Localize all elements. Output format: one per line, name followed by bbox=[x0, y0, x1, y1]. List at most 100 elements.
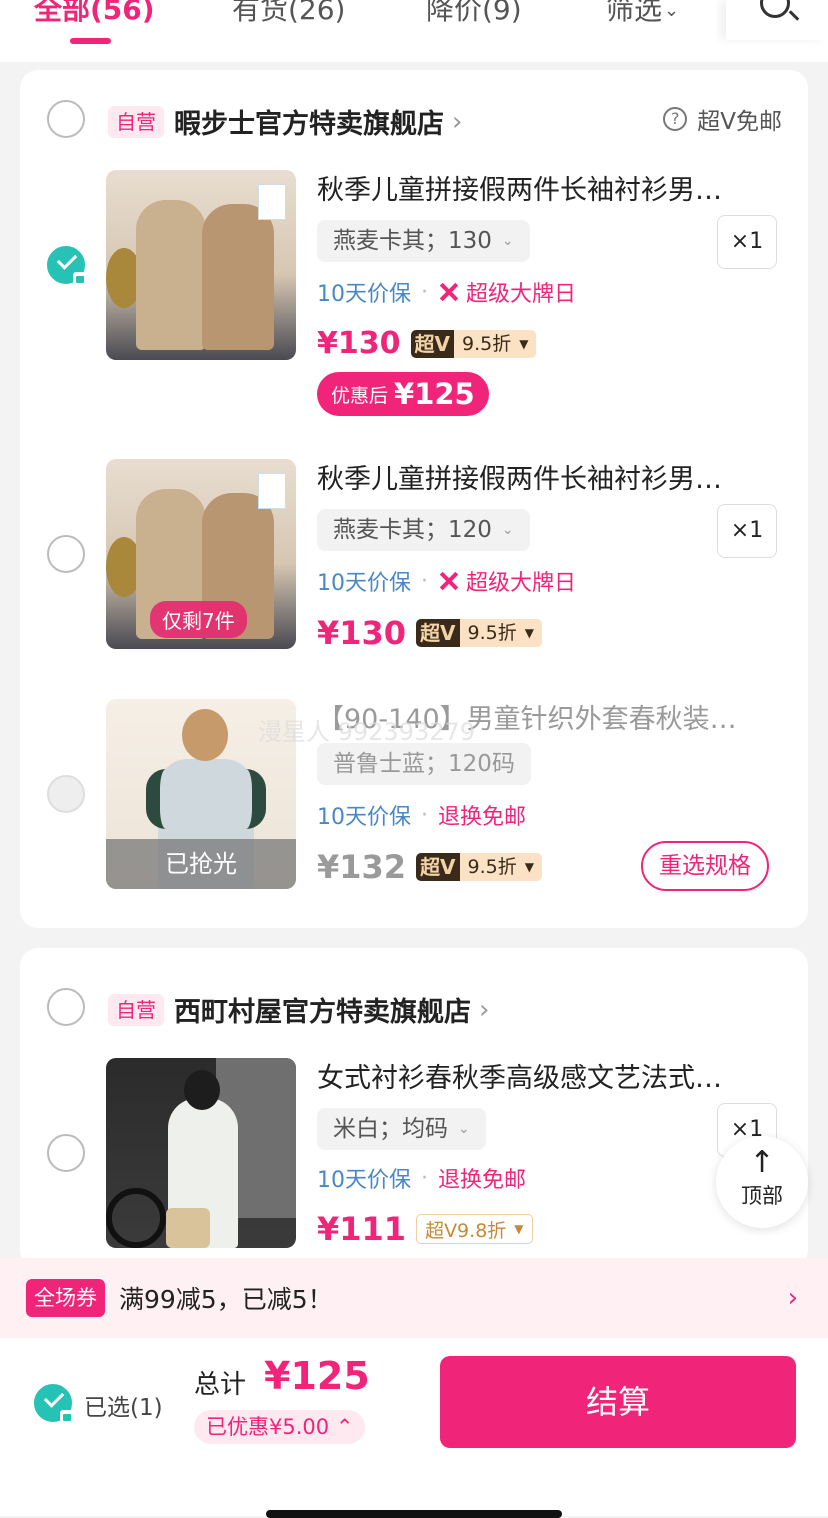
separator-dot: · bbox=[421, 568, 428, 594]
saved-amount-toggle[interactable]: 已优惠¥5.00 ⌃ bbox=[194, 1410, 366, 1444]
after-discount-label: 优惠后 bbox=[331, 384, 389, 407]
lock-icon bbox=[73, 272, 87, 285]
tab-price-drop[interactable]: 降价(9) bbox=[426, 0, 522, 30]
product-title[interactable]: 女式衬衫春秋季高级感文艺法式… bbox=[317, 1056, 777, 1095]
image-head bbox=[184, 1070, 220, 1110]
saved-amount-label: 已优惠¥5.00 bbox=[206, 1415, 330, 1439]
after-discount-price: ¥125 bbox=[394, 377, 475, 411]
chevron-right-icon: › bbox=[452, 106, 463, 137]
image-bike bbox=[106, 1188, 166, 1248]
back-to-top-button[interactable]: ↑ 顶部 bbox=[716, 1136, 808, 1228]
search-button[interactable] bbox=[726, 0, 828, 40]
item-checkbox[interactable] bbox=[47, 1134, 85, 1172]
price-row: ¥130 超V 9.5折 ▼ bbox=[317, 326, 537, 361]
quantity-stepper[interactable]: ×1 bbox=[717, 215, 777, 269]
coupon-bar[interactable]: 全场券 满99减5，已减5！ › bbox=[0, 1258, 828, 1338]
store-select-checkbox[interactable] bbox=[47, 100, 85, 138]
product-image[interactable] bbox=[106, 1058, 296, 1248]
caret-down-icon: ▼ bbox=[524, 626, 534, 640]
item-checkbox-checked[interactable] bbox=[47, 246, 87, 285]
sku-selector[interactable]: 米白；均码 ⌄ bbox=[317, 1108, 486, 1150]
image-bag bbox=[166, 1208, 210, 1248]
sold-out-overlay: 已抢光 bbox=[106, 839, 296, 889]
low-stock-badge: 仅剩7件 bbox=[150, 601, 247, 638]
price: ¥130 bbox=[317, 326, 401, 361]
caret-down-icon: ▼ bbox=[524, 860, 534, 874]
product-image[interactable] bbox=[106, 170, 296, 360]
item-checkbox[interactable] bbox=[47, 535, 85, 573]
item-checkbox-disabled bbox=[47, 775, 85, 813]
self-operated-badge: 自营 bbox=[108, 105, 164, 138]
product-title[interactable]: 秋季儿童拼接假两件长袖衬衫男… bbox=[317, 457, 777, 496]
product-image[interactable]: 仅剩7件 bbox=[106, 459, 296, 649]
store-select-checkbox[interactable] bbox=[47, 988, 85, 1026]
image-tag bbox=[258, 184, 286, 220]
tab-filter-label: 筛选 bbox=[606, 0, 663, 26]
search-icon-handle bbox=[788, 10, 800, 21]
back-to-top-label: 顶部 bbox=[741, 1184, 783, 1208]
store-header[interactable]: 自营 西町村屋官方特卖旗舰店 › bbox=[108, 990, 489, 1029]
store-header[interactable]: 自营 暇步士官方特卖旗舰店 › bbox=[108, 102, 462, 141]
price-guarantee-tag: 10天价保 bbox=[317, 571, 411, 596]
check-icon bbox=[43, 1387, 65, 1408]
selected-count: 已选(1) bbox=[84, 1395, 163, 1421]
free-shipping-label: 超V免邮 bbox=[697, 109, 782, 135]
image-tag bbox=[258, 473, 286, 509]
superv-discount-badge[interactable]: 超V 9.5折 ▼ bbox=[416, 619, 542, 647]
image-figure bbox=[136, 200, 206, 350]
reselect-spec-button[interactable]: 重选规格 bbox=[641, 841, 769, 891]
caret-down-icon: ▼ bbox=[519, 336, 529, 351]
home-indicator bbox=[266, 1510, 562, 1518]
self-operated-badge: 自营 bbox=[108, 993, 164, 1026]
discount-dropdown: 9.5折 ▼ bbox=[459, 853, 542, 881]
price-guarantee-tag: 10天价保 bbox=[317, 1168, 411, 1193]
sku-label-disabled: 普鲁士蓝；120码 bbox=[317, 743, 531, 785]
tab-all[interactable]: 全部(56) bbox=[34, 0, 155, 30]
lock-icon bbox=[60, 1410, 74, 1423]
price-row: ¥130 超V 9.5折 ▼ bbox=[317, 614, 542, 652]
discount-label: 9.5折 bbox=[467, 622, 517, 644]
chevron-down-icon: ⌄ bbox=[501, 233, 514, 249]
chevron-down-icon: ⌄ bbox=[458, 1121, 470, 1137]
price-row: ¥111 超V9.8折 ▼ bbox=[317, 1210, 533, 1248]
store-card-2: 自营 西町村屋官方特卖旗舰店 › 女式衬衫春秋季高级感文艺法式… 米白；均码 ⌄ … bbox=[20, 948, 808, 1268]
store-name: 暇步士官方特卖旗舰店 bbox=[174, 109, 444, 140]
brand-day-tag: 超级大牌日 bbox=[438, 565, 576, 597]
store-name: 西町村屋官方特卖旗舰店 bbox=[174, 997, 471, 1028]
sku-label: 米白；均码 bbox=[333, 1116, 448, 1142]
checkout-button[interactable]: 结算 bbox=[440, 1356, 796, 1448]
superv-discount-badge[interactable]: 超V 9.5折 ▼ bbox=[416, 853, 542, 881]
sku-selector[interactable]: 燕麦卡其；120 ⌄ bbox=[317, 509, 530, 551]
sku-selector[interactable]: 燕麦卡其；130 ⌄ bbox=[317, 220, 530, 262]
superv-label: 超V bbox=[416, 619, 460, 647]
quantity-stepper[interactable]: ×1 bbox=[717, 504, 777, 558]
image-head bbox=[182, 709, 228, 761]
sku-label: 燕麦卡其；130 bbox=[333, 228, 492, 254]
tab-filter[interactable]: 筛选 ⌄ bbox=[606, 0, 679, 31]
price-guarantee-tag: 10天价保 bbox=[317, 282, 411, 307]
superv-discount-label: 超V9.8折 bbox=[425, 1219, 507, 1242]
select-all-checkbox[interactable] bbox=[34, 1384, 74, 1423]
store-card-1: 自营 暇步士官方特卖旗舰店 › ? 超V免邮 秋季儿童拼接假两件长袖衬衫男… 燕… bbox=[20, 70, 808, 928]
superv-discount-badge[interactable]: 超V9.8折 ▼ bbox=[416, 1214, 533, 1244]
chevron-right-icon: › bbox=[787, 1283, 798, 1313]
watermark: 漫星人 992393279 bbox=[258, 718, 476, 746]
search-icon bbox=[760, 0, 790, 18]
total-price: ¥125 bbox=[264, 1354, 370, 1398]
brand-day-label: 超级大牌日 bbox=[466, 282, 577, 307]
brand-day-tag: 超级大牌日 bbox=[438, 276, 576, 308]
free-shipping-info[interactable]: ? 超V免邮 bbox=[663, 102, 782, 136]
total-label: 总计 bbox=[194, 1370, 247, 1400]
free-return-tag: 退换免邮 bbox=[438, 1168, 527, 1193]
price: ¥130 bbox=[317, 614, 407, 652]
caret-down-icon: ▼ bbox=[514, 1222, 524, 1236]
coupon-text: 满99减5，已减5！ bbox=[119, 1285, 333, 1314]
discount-label: 9.5折 bbox=[467, 856, 517, 878]
product-title[interactable]: 秋季儿童拼接假两件长袖衬衫男… bbox=[317, 168, 777, 207]
image-sleeves bbox=[146, 769, 266, 829]
benefit-tags: 10天价保 · 退换免邮 bbox=[317, 799, 526, 831]
chevron-down-icon: ⌄ bbox=[664, 0, 680, 21]
superv-discount-badge[interactable]: 超V 9.5折 ▼ bbox=[410, 329, 537, 358]
tab-in-stock[interactable]: 有货(26) bbox=[232, 0, 345, 30]
coupon-badge: 全场券 bbox=[26, 1279, 105, 1317]
